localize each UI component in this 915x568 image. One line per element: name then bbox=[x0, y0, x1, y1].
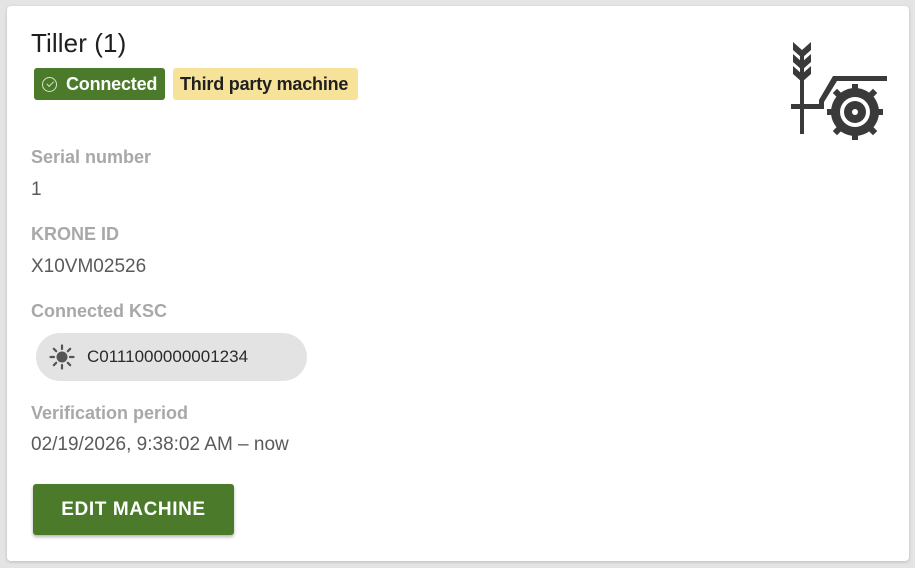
serial-number-label: Serial number bbox=[31, 147, 152, 167]
verification-period-label: Verification period bbox=[31, 403, 189, 423]
connected-badge: Connected bbox=[34, 68, 165, 100]
machine-title: Tiller (1) bbox=[31, 28, 127, 58]
ksc-chip-label: C0111000000001234 bbox=[87, 347, 249, 366]
connected-ksc-label: Connected KSC bbox=[31, 301, 168, 321]
check-circle-icon bbox=[42, 76, 57, 92]
krone-id-value: X10VM02526 bbox=[31, 256, 147, 277]
verification-period-value: 02/19/2026, 9:38:02 AM – now bbox=[31, 434, 289, 455]
sun-icon bbox=[49, 344, 75, 370]
ksc-chip[interactable]: C0111000000001234 bbox=[36, 333, 307, 381]
tiller-machine-icon bbox=[791, 42, 887, 140]
serial-number-value: 1 bbox=[31, 179, 42, 200]
status-badges: Connected Third party machine bbox=[34, 68, 358, 100]
krone-id-label: KRONE ID bbox=[31, 224, 120, 244]
machine-card: Tiller (1) Connected Third party machine bbox=[7, 6, 909, 561]
third-party-badge: Third party machine bbox=[173, 68, 358, 100]
edit-machine-button[interactable]: EDIT MACHINE bbox=[33, 484, 234, 535]
connected-badge-label: Connected bbox=[66, 73, 158, 94]
